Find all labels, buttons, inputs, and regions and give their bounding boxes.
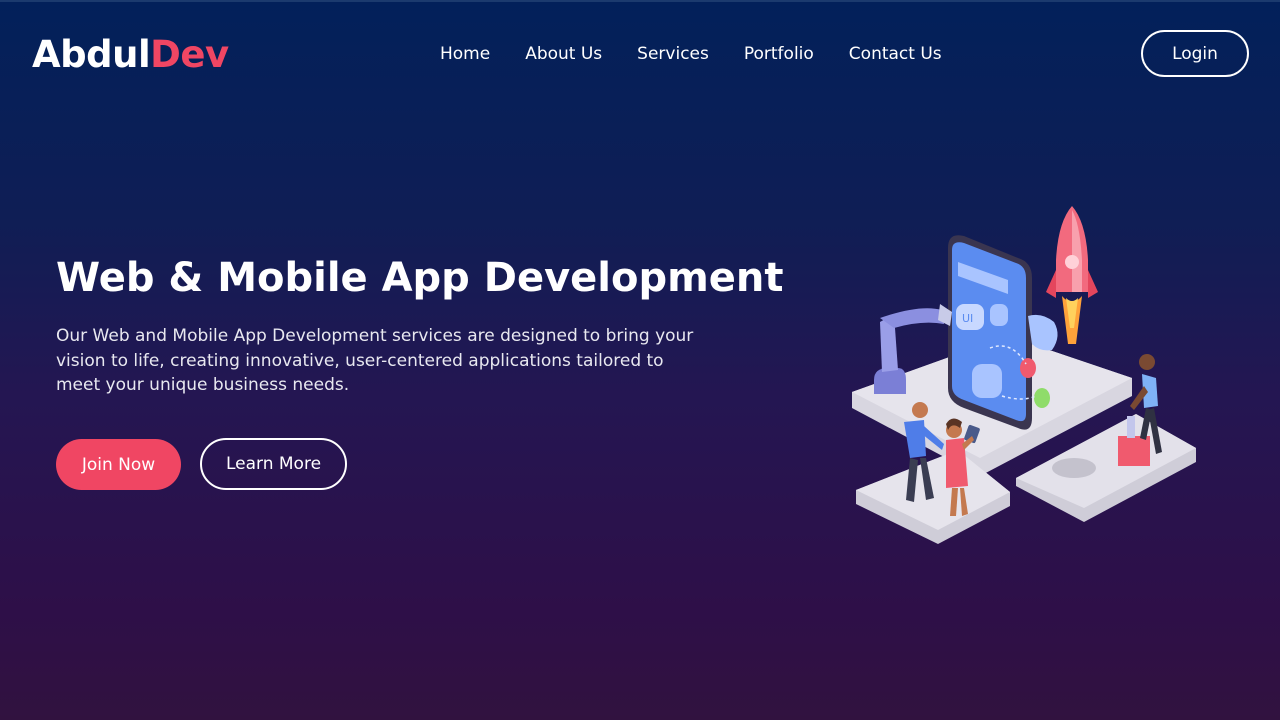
nav-contact-us[interactable]: Contact Us	[849, 42, 942, 66]
nav-about-us[interactable]: About Us	[525, 42, 602, 66]
hero-description: Our Web and Mobile App Development servi…	[56, 326, 694, 395]
login-button[interactable]: Login	[1141, 30, 1249, 77]
nav-portfolio[interactable]: Portfolio	[744, 42, 814, 66]
isometric-scene-icon: UI	[852, 206, 1196, 544]
mobile-app-development-illustration: UI	[840, 200, 1210, 560]
screen-ui-label: UI	[962, 312, 973, 325]
nav-home[interactable]: Home	[440, 42, 490, 66]
join-now-button[interactable]: Join Now	[56, 439, 181, 490]
main-nav: Home About Us Services Portfolio Contact…	[440, 42, 942, 66]
brand-logo[interactable]: AbdulDev	[32, 30, 229, 80]
brand-name-primary: Abdul	[32, 33, 151, 76]
top-border	[0, 0, 1280, 2]
brand-name-accent: Dev	[150, 33, 229, 76]
learn-more-button[interactable]: Learn More	[200, 438, 347, 490]
hero-title: Web & Mobile App Development	[56, 255, 784, 301]
nav-services[interactable]: Services	[637, 42, 709, 66]
